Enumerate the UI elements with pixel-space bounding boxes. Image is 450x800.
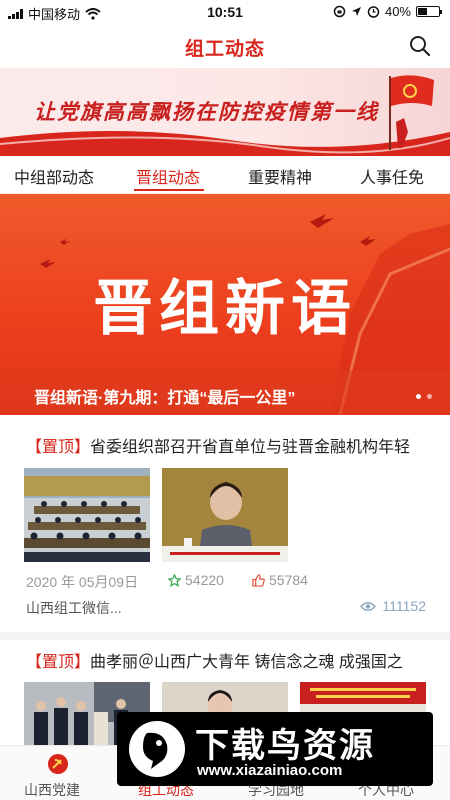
tab-jinzu[interactable]: 晋组动态: [136, 164, 200, 188]
hero-caption: 晋组新语·第九期：打通“最后一公里”: [34, 390, 296, 407]
banner-slogan: 让党旗高高飘扬在防控疫情第一线: [34, 99, 379, 124]
battery-icon: [416, 6, 442, 17]
pinned-badge: 【置顶】: [26, 439, 91, 456]
nav-bar: 组工动态: [0, 24, 450, 68]
active-tab-indicator: [134, 189, 204, 191]
watermark: 下载鸟资源 www.xiazainiao.com: [117, 712, 433, 786]
article-date: 2020 年 05月09日: [26, 574, 139, 590]
carousel-dots[interactable]: [416, 394, 432, 399]
party-emblem-icon[interactable]: [46, 752, 70, 776]
divider: [0, 632, 450, 640]
tab-spirit[interactable]: 重要精神: [248, 164, 312, 188]
search-icon[interactable]: [408, 34, 432, 58]
article-source: 山西组工微信...: [26, 600, 122, 616]
eye-icon: [360, 601, 377, 611]
watermark-url: www.xiazainiao.com: [197, 762, 343, 779]
article-thumbnail[interactable]: [162, 468, 288, 562]
page-title: 组工动态: [184, 39, 265, 60]
bottom-tab-party[interactable]: 山西党建: [24, 780, 80, 800]
tab-zhongzubu[interactable]: 中组部动态: [14, 164, 94, 188]
tab-personnel[interactable]: 人事任免: [360, 164, 424, 188]
article-title[interactable]: 【置顶】曲孝丽＠山西广大青年 铸信念之魂 成强国之: [26, 648, 430, 672]
article-title[interactable]: 【置顶】省委组织部召开省直单位与驻晋金融机构年轻: [26, 433, 430, 457]
hero-title: 晋组新语: [93, 274, 357, 344]
bird-logo-icon: [129, 721, 185, 777]
alarm-icon: [367, 6, 380, 18]
article-thumbnail[interactable]: [24, 468, 150, 562]
lock-rotation-icon: [333, 5, 346, 18]
battery-percent: 40%: [384, 4, 411, 19]
star-icon: [168, 573, 181, 587]
view-count: 111152: [360, 598, 426, 614]
watermark-title: 下载鸟资源: [195, 727, 375, 765]
thumbs-up-count[interactable]: 55784: [252, 572, 308, 588]
thumbs-up-icon: [252, 573, 265, 587]
slogan-banner[interactable]: 让党旗高高飘扬在防控疫情第一线: [0, 68, 450, 156]
status-bar: 中国移动 10:51 40%: [0, 0, 450, 24]
pinned-badge: 【置顶】: [26, 654, 91, 671]
like-count[interactable]: 54220: [168, 572, 224, 588]
party-flag-icon: [389, 75, 434, 150]
location-icon: [351, 7, 361, 16]
category-tabs: 中组部动态 晋组动态 重要精神 人事任免: [0, 156, 450, 194]
hero-carousel[interactable]: 晋组新语 晋组新语·第九期：打通“最后一公里”: [0, 194, 450, 415]
